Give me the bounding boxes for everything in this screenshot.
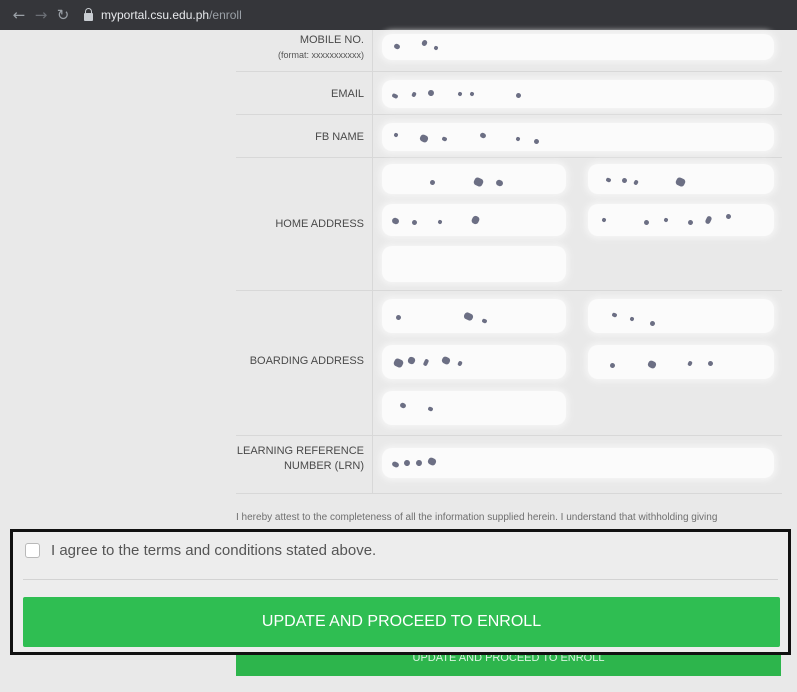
url-path: /enroll xyxy=(209,8,242,22)
update-and-enroll-button[interactable]: UPDATE AND PROCEED TO ENROLL xyxy=(23,597,780,647)
boarding-address-line3-input[interactable] xyxy=(382,345,566,379)
home-address-line2-input[interactable] xyxy=(588,164,774,194)
boarding-address-line5-input[interactable] xyxy=(382,391,566,425)
boarding-address-line1-input[interactable] xyxy=(382,299,566,333)
home-address-line3-input[interactable] xyxy=(382,204,566,236)
boarding-address-line2-input[interactable] xyxy=(588,299,774,333)
url-host: myportal.csu.edu.ph xyxy=(101,8,210,22)
email-row: EMAIL xyxy=(236,72,782,115)
home-address-line5-input[interactable] xyxy=(382,246,566,282)
fb-name-input[interactable] xyxy=(382,123,774,151)
home-address-label: HOME ADDRESS xyxy=(275,218,364,230)
row-divider xyxy=(372,72,373,114)
agree-label[interactable]: I agree to the terms and conditions stat… xyxy=(51,542,376,559)
address-bar[interactable]: myportal.csu.edu.ph/enroll xyxy=(84,7,242,22)
lock-icon xyxy=(84,7,93,21)
email-input[interactable] xyxy=(382,80,774,108)
boarding-address-label: BOARDING ADDRESS xyxy=(249,355,364,367)
row-divider xyxy=(372,436,373,493)
home-address-row: HOME ADDRESS xyxy=(236,158,782,291)
row-divider xyxy=(372,115,373,157)
lrn-input[interactable] xyxy=(382,448,774,478)
reload-icon[interactable]: ↻ xyxy=(52,6,74,24)
mobile-input[interactable] xyxy=(382,34,774,60)
fb-name-row: FB NAME xyxy=(236,115,782,158)
forward-icon[interactable]: → xyxy=(30,6,52,24)
agree-checkbox[interactable] xyxy=(25,543,40,558)
home-address-line4-input[interactable] xyxy=(588,204,774,236)
row-divider xyxy=(372,30,373,71)
mobile-label: MOBILE NO. (format: xxxxxxxxxxx) xyxy=(277,34,364,60)
row-divider xyxy=(372,291,373,435)
lrn-row: LEARNING REFERENCE NUMBER (LRN) xyxy=(236,436,782,494)
back-icon[interactable]: ← xyxy=(8,6,30,24)
lrn-label: LEARNING REFERENCE NUMBER (LRN) xyxy=(236,445,364,472)
fb-name-label: FB NAME xyxy=(315,131,364,143)
highlighted-agreement-box: I agree to the terms and conditions stat… xyxy=(10,529,791,655)
browser-toolbar: ← → ↻ myportal.csu.edu.ph/enroll xyxy=(0,0,797,30)
agreement-row[interactable]: I agree to the terms and conditions stat… xyxy=(25,542,376,559)
boarding-address-line4-input[interactable] xyxy=(588,345,774,379)
email-label: EMAIL xyxy=(330,88,364,100)
divider xyxy=(23,579,778,580)
mobile-row: MOBILE NO. (format: xxxxxxxxxxx) xyxy=(236,30,782,72)
boarding-address-row: BOARDING ADDRESS xyxy=(236,291,782,436)
attestation-text: I hereby attest to the completeness of a… xyxy=(236,512,718,523)
row-divider xyxy=(372,158,373,290)
home-address-line1-input[interactable] xyxy=(382,164,566,194)
